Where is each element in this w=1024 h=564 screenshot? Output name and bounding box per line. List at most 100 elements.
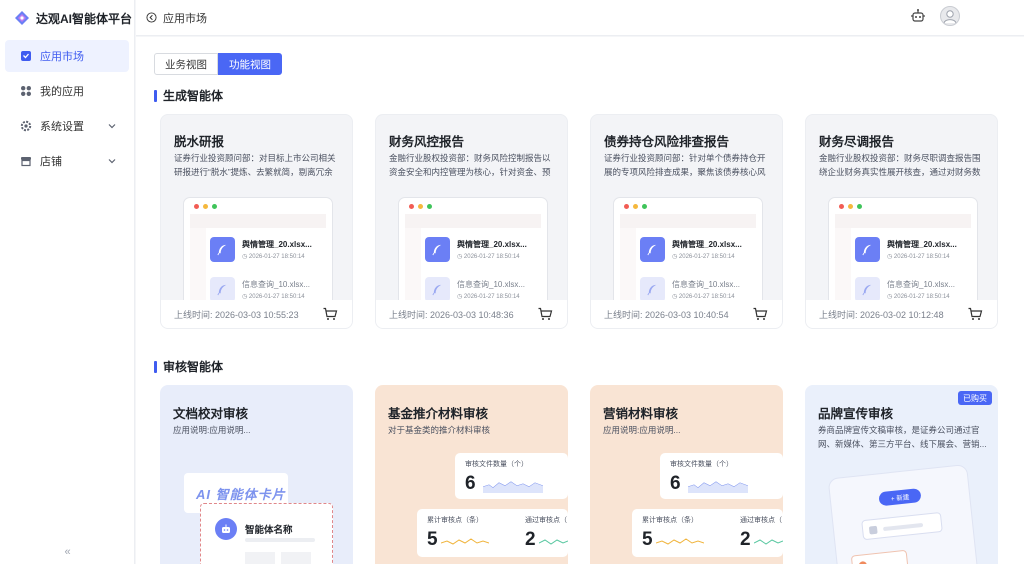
store-icon — [20, 50, 32, 62]
file-item: 舆情管理_20.xlsx... ◷ 2026-01-27 18:50:14 — [423, 230, 547, 268]
section-title: 生成智能体 — [163, 89, 224, 103]
stat-value: 5 — [427, 529, 438, 550]
file-name: 舆情管理_20.xlsx... — [887, 239, 957, 249]
shop-icon — [20, 155, 32, 167]
audit-card-brand-promo[interactable]: 已购买 品牌宣传审核 券商品牌宣传文稿审核，是证券公司通过官网、新媒体、第三方平… — [805, 385, 998, 564]
topbar-actions — [910, 6, 960, 26]
sidebar-item-label: 系统设置 — [40, 121, 84, 133]
stat-label: 通过审核点（ — [525, 517, 567, 524]
file-date: ◷ 2026-01-27 18:50:14 — [242, 253, 305, 260]
card-description: 证券行业投资顾问部：对目标上市公司相关研报进行“脱水”提炼、去繁就简，剔离冗余信… — [174, 153, 336, 177]
file-date-text: 2026-01-27 18:50:14 — [893, 253, 950, 260]
banner-text: AI 智能体卡片 — [196, 486, 286, 502]
file-name: 信息查询_10.xlsx... — [887, 279, 956, 289]
stat-value: 2 — [740, 529, 751, 550]
window-dots — [614, 198, 762, 209]
back-button[interactable]: 应用市场 — [146, 10, 207, 26]
apps-grid-icon — [20, 85, 32, 97]
audit-card-fund-promo[interactable]: 基金推介材料审核 对于基金类的推介材料审核 审核文件数量（个） 6 累计审核点（… — [375, 385, 568, 564]
sidebar-collapse-button[interactable]: « — [0, 546, 135, 558]
feather-icon — [425, 276, 450, 302]
file-date-text: 2026-01-27 18:50:14 — [248, 293, 305, 300]
online-time: 上线时间: 2026-03-03 10:55:23 — [174, 309, 299, 320]
stat-value: 6 — [670, 473, 681, 494]
cart-icon[interactable] — [322, 306, 338, 322]
mock-sidebar — [835, 228, 851, 306]
feather-icon — [210, 236, 235, 262]
sidebar-item-my-apps[interactable]: 我的应用 — [5, 75, 129, 107]
sidebar-item-app-market[interactable]: 应用市场 — [5, 40, 129, 72]
file-item: 舆情管理_20.xlsx... ◷ 2026-01-27 18:50:14 — [208, 230, 332, 268]
file-date: ◷ 2026-01-27 18:50:14 — [457, 253, 520, 260]
stat-label: 审核文件数量（个） — [465, 461, 528, 468]
card-title: 基金推介材料审核 — [388, 407, 489, 421]
file-date: ◷ 2026-01-27 18:50:14 — [457, 293, 520, 300]
mock-sidebar — [190, 228, 206, 306]
gen-card[interactable]: 财务风控报告 金融行业股权投资部：财务风险控制报告以资金安全和内控管理为核心，针… — [375, 114, 568, 329]
section-marker — [154, 360, 157, 373]
sidebar-item-label: 应用市场 — [40, 51, 84, 63]
mock-sidebar — [405, 228, 421, 306]
close-dot — [624, 204, 629, 209]
chevron-down-icon — [108, 159, 116, 164]
file-date: ◷ 2026-01-27 18:50:14 — [242, 293, 305, 300]
card-footer: 上线时间: 2026-03-03 10:55:23 — [161, 300, 352, 328]
browser-mockup: 舆情管理_20.xlsx... ◷ 2026-01-27 18:50:14 信息… — [613, 197, 763, 307]
file-date-text: 2026-01-27 18:50:14 — [893, 293, 950, 300]
cart-icon[interactable] — [537, 306, 553, 322]
robot-icon[interactable] — [910, 8, 926, 24]
card-title: 营销材料审核 — [603, 407, 679, 421]
gen-card[interactable]: 脱水研报 证券行业投资顾问部：对目标上市公司相关研报进行“脱水”提炼、去繁就简，… — [160, 114, 353, 329]
stat-label: 累计审核点（条） — [427, 517, 483, 524]
card-footer: 上线时间: 2026-03-03 10:40:54 — [591, 300, 782, 328]
mock-sidebar — [620, 228, 636, 306]
sidebar-item-shop[interactable]: 店铺 — [5, 145, 129, 177]
avatar[interactable] — [940, 6, 960, 26]
feather-icon — [425, 236, 450, 262]
sidebar-item-system-settings[interactable]: 系统设置 — [5, 110, 129, 142]
online-time: 上线时间: 2026-03-03 10:40:54 — [604, 309, 729, 320]
online-time: 上线时间: 2026-03-03 10:48:36 — [389, 309, 514, 320]
minimize-dot — [848, 204, 853, 209]
gen-card[interactable]: 债券持仓风险排查报告 证券行业投资顾问部：针对单个债券持仓开展的专项风险排查成果… — [590, 114, 783, 329]
sidebar-item-label: 店铺 — [40, 156, 62, 168]
file-name: 舆情管理_20.xlsx... — [457, 239, 527, 249]
tab-business-view[interactable]: 业务视图 — [154, 53, 218, 75]
back-arrow-icon — [146, 12, 157, 23]
browser-mockup: 舆情管理_20.xlsx... ◷ 2026-01-27 18:50:14 信息… — [828, 197, 978, 307]
cart-icon[interactable] — [967, 306, 983, 322]
audit-card-marketing[interactable]: 营销材料审核 应用说明:应用说明... 审核文件数量（个） 6 累计审核点（条）… — [590, 385, 783, 564]
agent-name-card: 智能体名称 — [200, 503, 333, 564]
gen-card[interactable]: 财务尽调报告 金融行业股权投资部：财务尽职调查报告围绕企业财务真实性展开核查，通… — [805, 114, 998, 329]
stat-file-count: 审核文件数量（个） 6 — [455, 453, 568, 499]
maximize-dot — [857, 204, 862, 209]
card-title: 脱水研报 — [174, 135, 225, 149]
placeholder-bar — [245, 538, 315, 542]
file-date-text: 2026-01-27 18:50:14 — [248, 253, 305, 260]
feather-icon — [640, 236, 665, 262]
online-time: 上线时间: 2026-03-02 10:12:48 — [819, 309, 944, 320]
minimize-dot — [633, 204, 638, 209]
sparkline — [539, 539, 568, 545]
card-title: 债券持仓风险排查报告 — [604, 135, 730, 149]
section-title: 审核智能体 — [163, 360, 224, 374]
maximize-dot — [212, 204, 217, 209]
audit-card-doc-proofread[interactable]: 文档校对审核 应用说明:应用说明... AI 智能体卡片 智能体名称 — [160, 385, 353, 564]
main-content: 业务视图 功能视图 生成智能体 脱水研报 证券行业投资顾问部：对目标上市公司相关… — [136, 37, 1024, 564]
mock-header — [620, 214, 756, 228]
window-dots — [399, 198, 547, 209]
file-date-text: 2026-01-27 18:50:14 — [463, 293, 520, 300]
file-name: 信息查询_10.xlsx... — [242, 279, 311, 289]
brand[interactable]: 达观AI智能体平台 — [0, 0, 134, 36]
file-date: ◷ 2026-01-27 18:50:14 — [887, 253, 950, 260]
stat-label: 累计审核点（条） — [642, 517, 698, 524]
cart-icon[interactable] — [752, 306, 768, 322]
card-title: 文档校对审核 — [173, 407, 249, 421]
card-description: 证券行业投资顾问部：针对单个债券持仓开展的专项风险排查成果，聚焦该债券核心风险.… — [604, 153, 766, 177]
tab-function-view[interactable]: 功能视图 — [218, 53, 282, 75]
mock-header — [190, 214, 326, 228]
user-icon — [943, 10, 957, 24]
window-dots — [184, 198, 332, 209]
card-description: 券商品牌宣传文稿审核，是证券公司通过官网、新媒体、第三方平台、线下展会、营销..… — [818, 425, 987, 449]
minimize-dot — [203, 204, 208, 209]
